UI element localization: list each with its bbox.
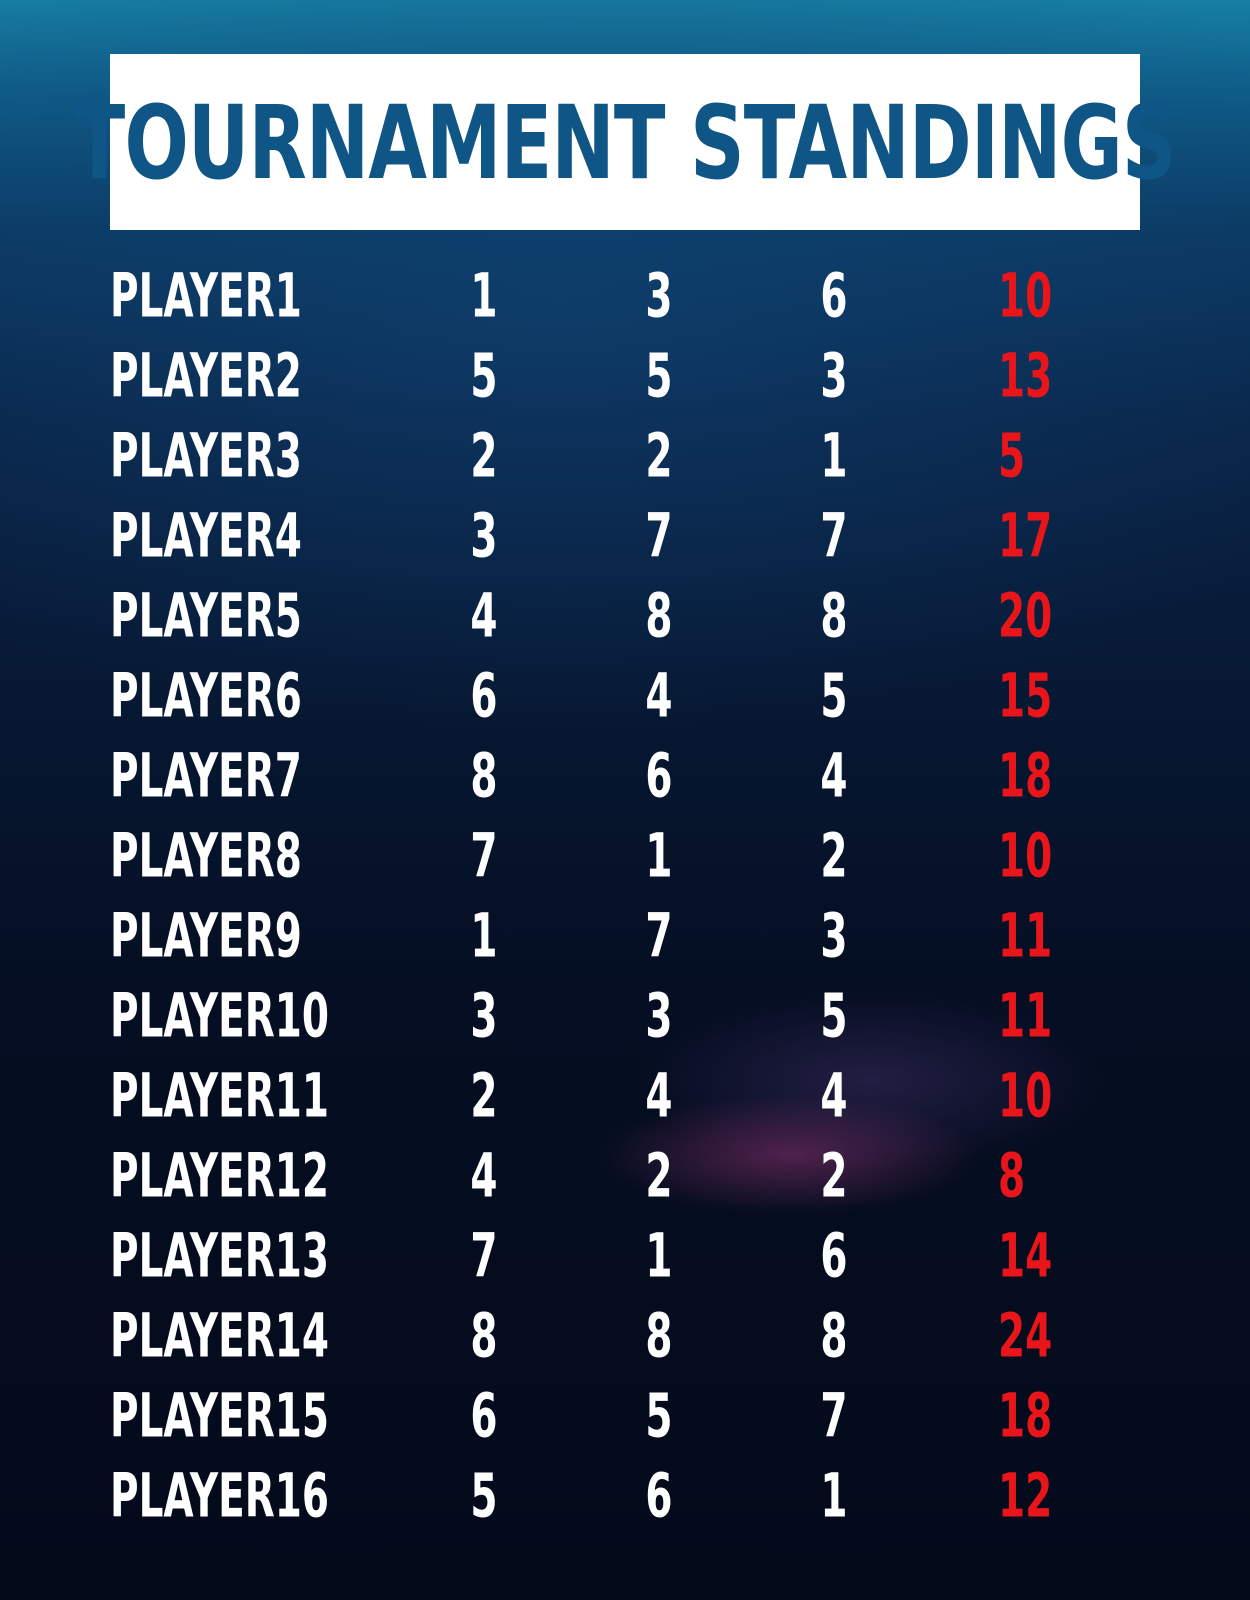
- table-row: PLAYER4 3 7 7 17: [0, 496, 1250, 576]
- table-row: PLAYER8 7 1 2 10: [0, 816, 1250, 896]
- table-row: PLAYER12 4 2 2 8: [0, 1136, 1250, 1216]
- table-row: PLAYER3 2 2 1 5: [0, 416, 1250, 496]
- table-row: PLAYER15 6 5 7 18: [0, 1376, 1250, 1456]
- table-row: PLAYER9 1 7 3 11: [0, 896, 1250, 976]
- table-row: PLAYER10 3 3 5 11: [0, 976, 1250, 1056]
- player-name: PLAYER16: [110, 1460, 330, 1532]
- table-row: PLAYER11 2 4 4 10: [0, 1056, 1250, 1136]
- round-3-score: 1: [820, 1460, 848, 1532]
- round-2-score: 6: [645, 1460, 673, 1532]
- page-title: TOURNAMENT STANDINGS: [74, 82, 1177, 202]
- table-row: PLAYER6 6 4 5 15: [0, 656, 1250, 736]
- table-row: PLAYER1 1 3 6 10: [0, 256, 1250, 336]
- round-1-score: 5: [470, 1460, 498, 1532]
- table-row: PLAYER2 5 5 3 13: [0, 336, 1250, 416]
- table-row: PLAYER16 5 6 1 12: [0, 1456, 1250, 1536]
- table-row: PLAYER13 7 1 6 14: [0, 1216, 1250, 1296]
- standings-table: PLAYER1 1 3 6 10 PLAYER2 5 5 3 13 PLAYER…: [0, 256, 1250, 1536]
- title-banner: TOURNAMENT STANDINGS: [74, 54, 1177, 230]
- total-score: 12: [998, 1460, 1053, 1532]
- table-row: PLAYER7 8 6 4 18: [0, 736, 1250, 816]
- table-row: PLAYER5 4 8 8 20: [0, 576, 1250, 656]
- table-row: PLAYER14 8 8 8 24: [0, 1296, 1250, 1376]
